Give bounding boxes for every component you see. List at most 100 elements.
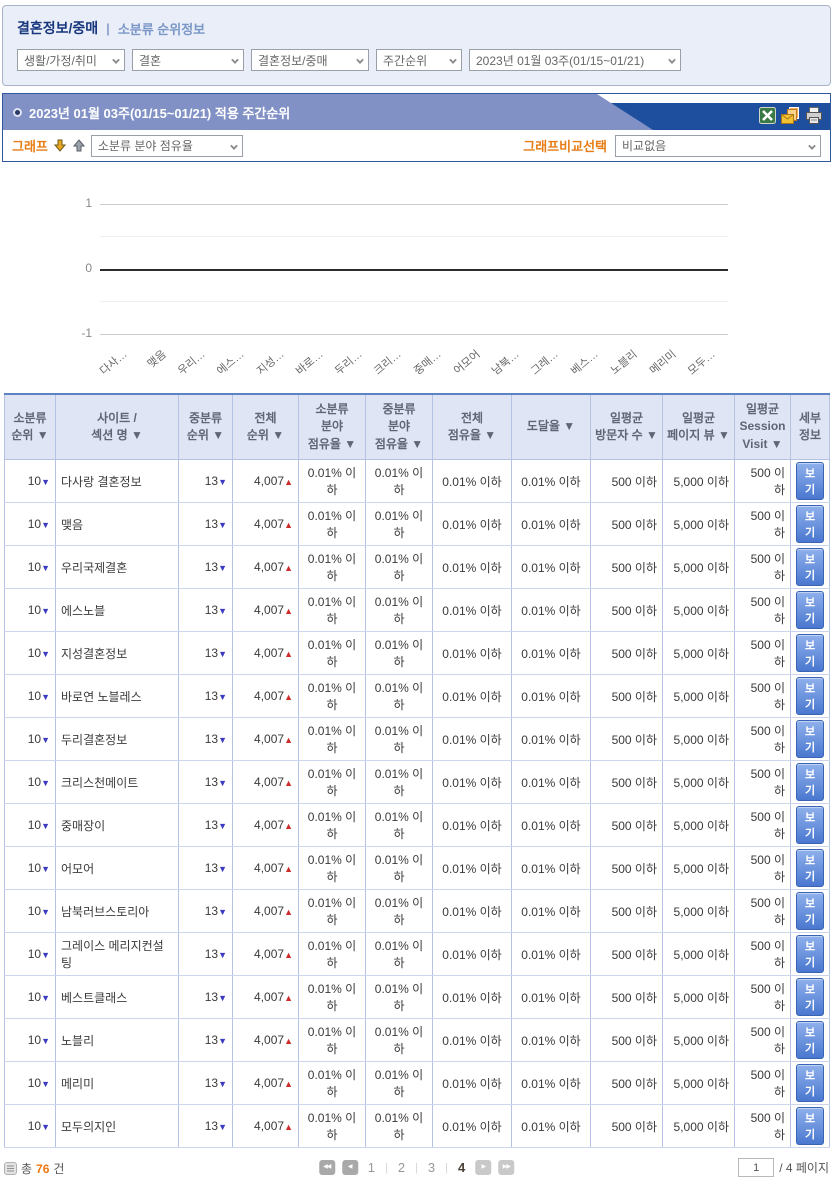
page-number-input[interactable]: 1 — [738, 1158, 774, 1177]
site-name-cell: 다사랑 결혼정보 — [56, 460, 179, 503]
mail-send-icon[interactable] — [781, 107, 800, 124]
mid-rank-cell: 13▼ — [179, 933, 233, 976]
site-name-cell: 우리국제결혼 — [56, 546, 179, 589]
view-detail-button[interactable]: 보기 — [796, 849, 824, 887]
rank-down-icon: ▼ — [41, 778, 50, 788]
page-number-2[interactable]: 2 — [395, 1160, 408, 1175]
daily-pageviews-cell: 5,000 이하 — [663, 718, 735, 761]
view-detail-button[interactable]: 보기 — [796, 806, 824, 844]
view-detail-button[interactable]: 보기 — [796, 634, 824, 672]
graph-metric-value: 소분류 분야 점유율 — [98, 137, 193, 154]
rank-up-icon: ▲ — [284, 950, 293, 960]
list-icon — [4, 1162, 17, 1175]
graph-metric-select[interactable]: 소분류 분야 점유율 — [91, 135, 243, 157]
site-name-cell: 맺음 — [56, 503, 179, 546]
daily-visitors-cell: 500 이하 — [591, 847, 663, 890]
y-axis-tick-label: 1 — [68, 196, 92, 210]
page-number-3[interactable]: 3 — [425, 1160, 438, 1175]
page-number-1[interactable]: 1 — [365, 1160, 378, 1175]
print-icon[interactable] — [805, 107, 823, 124]
total-share-cell: 0.01% 이하 — [433, 503, 512, 546]
session-visit-cell: 500 이하 — [735, 761, 791, 804]
sort-descending-arrow-icon[interactable] — [54, 139, 66, 152]
sub-rank-cell: 10▼ — [5, 632, 56, 675]
sub-share-cell: 0.01% 이하 — [299, 503, 366, 546]
view-detail-button[interactable]: 보기 — [796, 462, 824, 500]
mid-rank-cell: 13▼ — [179, 890, 233, 933]
session-visit-cell: 500 이하 — [735, 589, 791, 632]
excel-export-icon[interactable] — [759, 107, 776, 124]
graph-compare-label: 그래프비교선택 — [523, 136, 607, 155]
column-header: 세부 정보 — [791, 394, 830, 460]
mid-rank-cell: 13▼ — [179, 589, 233, 632]
view-detail-button[interactable]: 보기 — [796, 591, 824, 629]
reach-cell: 0.01% 이하 — [512, 460, 591, 503]
reach-cell: 0.01% 이하 — [512, 503, 591, 546]
view-detail-button[interactable]: 보기 — [796, 505, 824, 543]
view-detail-button[interactable]: 보기 — [796, 548, 824, 586]
chevron-down-icon — [356, 56, 364, 64]
mid-share-cell: 0.01% 이하 — [366, 546, 433, 589]
total-share-cell: 0.01% 이하 — [433, 546, 512, 589]
y-axis-tick-label: 0 — [68, 261, 92, 275]
session-visit-cell: 500 이하 — [735, 1062, 791, 1105]
mid-share-cell: 0.01% 이하 — [366, 804, 433, 847]
sub-rank-cell: 10▼ — [5, 933, 56, 976]
filter-select-category-large[interactable]: 생활/가정/취미 — [17, 49, 125, 71]
reach-cell: 0.01% 이하 — [512, 1019, 591, 1062]
graph-compare-select[interactable]: 비교없음 — [615, 135, 821, 157]
detail-cell: 보기 — [791, 890, 830, 933]
table-row: 10▼남북러브스토리아13▼4,007▲0.01% 이하0.01% 이하0.01… — [5, 890, 830, 933]
sub-share-cell: 0.01% 이하 — [299, 1062, 366, 1105]
column-header[interactable]: 소분류 순위 ▼ — [5, 394, 56, 460]
filter-select-period-type[interactable]: 주간순위 — [376, 49, 462, 71]
site-name-cell: 남북러브스토리아 — [56, 890, 179, 933]
view-detail-button[interactable]: 보기 — [796, 677, 824, 715]
total-share-cell: 0.01% 이하 — [433, 1105, 512, 1148]
daily-pageviews-cell: 5,000 이하 — [663, 546, 735, 589]
daily-visitors-cell: 500 이하 — [591, 589, 663, 632]
first-page-button[interactable]: ◀◀ — [319, 1160, 335, 1175]
mid-rank-cell: 13▼ — [179, 675, 233, 718]
column-header[interactable]: 소분류 분야 점유율 ▼ — [299, 394, 366, 460]
view-detail-button[interactable]: 보기 — [796, 978, 824, 1016]
sort-ascending-arrow-icon[interactable] — [73, 139, 85, 152]
column-header[interactable]: 중분류 분야 점유율 ▼ — [366, 394, 433, 460]
view-detail-button[interactable]: 보기 — [796, 720, 824, 758]
filter-select-category-mid[interactable]: 결혼 — [132, 49, 244, 71]
detail-cell: 보기 — [791, 804, 830, 847]
rank-down-icon: ▼ — [218, 993, 227, 1003]
total-rank-cell: 4,007▲ — [233, 890, 299, 933]
chart-gridline — [100, 334, 728, 335]
total-share-cell: 0.01% 이하 — [433, 718, 512, 761]
filter-select-category-small[interactable]: 결혼정보/중매 — [251, 49, 369, 71]
bullet-icon — [13, 108, 22, 117]
session-visit-cell: 500 이하 — [735, 1019, 791, 1062]
view-detail-button[interactable]: 보기 — [796, 935, 824, 973]
view-detail-button[interactable]: 보기 — [796, 763, 824, 801]
rank-up-icon: ▲ — [284, 821, 293, 831]
site-name-cell: 에스노블 — [56, 589, 179, 632]
last-page-button[interactable]: ▶▶ — [498, 1160, 514, 1175]
view-detail-button[interactable]: 보기 — [796, 892, 824, 930]
column-header[interactable]: 일평균 페이지 뷰 ▼ — [663, 394, 735, 460]
total-rank-cell: 4,007▲ — [233, 589, 299, 632]
view-detail-button[interactable]: 보기 — [796, 1064, 824, 1102]
column-header[interactable]: 일평균 방문자 수 ▼ — [591, 394, 663, 460]
rank-up-icon: ▲ — [284, 1079, 293, 1089]
filter-panel: 결혼정보/중매 | 소분류 순위정보 생활/가정/취미결혼결혼정보/중매주간순위… — [2, 5, 831, 86]
view-detail-button[interactable]: 보기 — [796, 1021, 824, 1059]
next-page-button[interactable]: ▶ — [475, 1160, 491, 1175]
column-header[interactable]: 일평균 Session Visit ▼ — [735, 394, 791, 460]
column-header[interactable]: 전체 점유율 ▼ — [433, 394, 512, 460]
page-number-4: 4 — [455, 1160, 468, 1175]
column-header[interactable]: 도달율 ▼ — [512, 394, 591, 460]
site-name-cell: 베스트클래스 — [56, 976, 179, 1019]
prev-page-button[interactable]: ◀ — [342, 1160, 358, 1175]
mid-rank-cell: 13▼ — [179, 1105, 233, 1148]
column-header[interactable]: 전체 순위 ▼ — [233, 394, 299, 460]
site-name-cell: 노블리 — [56, 1019, 179, 1062]
filter-select-period-week[interactable]: 2023년 01월 03주(01/15~01/21) — [469, 49, 681, 71]
column-header[interactable]: 중분류 순위 ▼ — [179, 394, 233, 460]
view-detail-button[interactable]: 보기 — [796, 1107, 824, 1145]
